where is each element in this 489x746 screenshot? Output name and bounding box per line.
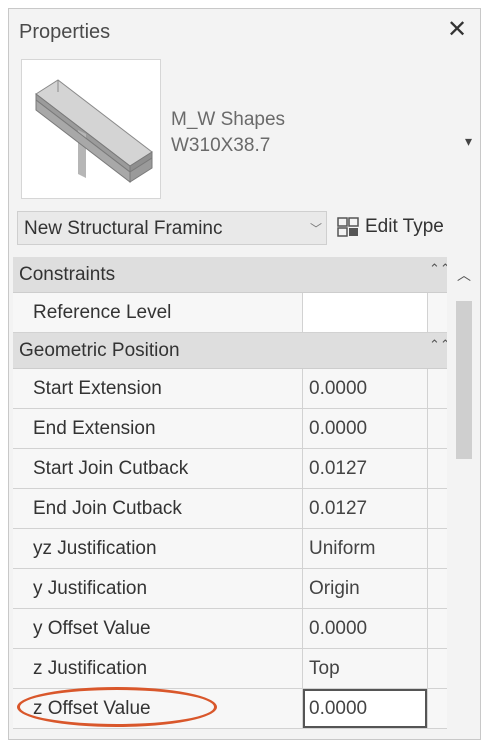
- instance-row: New Structural Framinc ﹀ Edit Type: [9, 205, 480, 249]
- row-tail: [427, 489, 447, 528]
- type-selector[interactable]: M_W Shapes W310X38.7 ▾: [9, 53, 480, 203]
- y-offset-value-field[interactable]: 0.0000: [303, 609, 427, 648]
- title-bar: Properties ✕: [9, 9, 480, 53]
- row-tail: [427, 449, 447, 488]
- property-name: End Extension: [13, 409, 303, 448]
- row-end-join-cutback: End Join Cutback 0.0127: [13, 489, 447, 529]
- properties-palette: Properties ✕ M_W Shapes W310X38.7 ▾ New …: [8, 8, 481, 740]
- group-geometric-position[interactable]: Geometric Position ⌃⌃: [13, 333, 447, 369]
- property-name: y Justification: [13, 569, 303, 608]
- collapse-icon[interactable]: ⌃⌃: [429, 337, 447, 353]
- reference-level-field[interactable]: [303, 293, 427, 332]
- yz-justification-field[interactable]: Uniform: [303, 529, 427, 568]
- group-label: Constraints: [19, 264, 116, 285]
- y-justification-field[interactable]: Origin: [303, 569, 427, 608]
- start-extension-field[interactable]: 0.0000: [303, 369, 427, 408]
- row-tail: [427, 609, 447, 648]
- instance-filter-dropdown[interactable]: New Structural Framinc ﹀: [17, 211, 327, 245]
- instance-filter-label: New Structural Framinc: [24, 218, 223, 239]
- row-tail: [427, 649, 447, 688]
- chevron-down-icon[interactable]: ▾: [465, 133, 472, 150]
- property-name: Reference Level: [13, 293, 303, 332]
- row-tail: [427, 569, 447, 608]
- close-icon[interactable]: ✕: [444, 17, 470, 43]
- row-end-extension: End Extension 0.0000: [13, 409, 447, 449]
- group-label: Geometric Position: [19, 340, 180, 361]
- row-yz-justification: yz Justification Uniform: [13, 529, 447, 569]
- family-name: M_W Shapes: [171, 109, 286, 130]
- end-extension-field[interactable]: 0.0000: [303, 409, 427, 448]
- vertical-scrollbar[interactable]: ︿: [449, 257, 479, 739]
- row-tail: [427, 409, 447, 448]
- row-tail: [427, 293, 447, 332]
- property-name: z Justification: [13, 649, 303, 688]
- property-name: yz Justification: [13, 529, 303, 568]
- row-tail: [427, 529, 447, 568]
- property-name: Start Join Cutback: [13, 449, 303, 488]
- row-start-join-cutback: Start Join Cutback 0.0127: [13, 449, 447, 489]
- collapse-icon[interactable]: ⌃⌃: [429, 261, 447, 277]
- row-start-extension: Start Extension 0.0000: [13, 369, 447, 409]
- row-z-justification: z Justification Top: [13, 649, 447, 689]
- start-join-cutback-field[interactable]: 0.0127: [303, 449, 427, 488]
- properties-grid: Constraints ⌃⌃ Reference Level Geometric…: [13, 257, 447, 739]
- row-reference-level: Reference Level: [13, 293, 447, 333]
- z-offset-value-field[interactable]: 0.0000: [303, 689, 427, 728]
- property-name: y Offset Value: [13, 609, 303, 648]
- i-beam-icon: [21, 59, 161, 199]
- group-constraints[interactable]: Constraints ⌃⌃: [13, 257, 447, 293]
- type-name: M_W Shapes W310X38.7: [171, 107, 285, 159]
- row-z-offset-value: z Offset Value 0.0000: [13, 687, 447, 729]
- row-y-justification: y Justification Origin: [13, 569, 447, 609]
- type-value: W310X38.7: [171, 135, 271, 156]
- row-y-offset-value: y Offset Value 0.0000: [13, 609, 447, 649]
- scroll-up-icon[interactable]: ︿: [457, 265, 471, 285]
- end-join-cutback-field[interactable]: 0.0127: [303, 489, 427, 528]
- edit-type-icon: [337, 217, 359, 237]
- palette-title: Properties: [19, 21, 111, 43]
- edit-type-label: Edit Type: [365, 216, 444, 237]
- property-name: z Offset Value: [13, 687, 303, 728]
- chevron-down-icon: ﹀: [309, 222, 322, 236]
- highlight-circle: [17, 687, 217, 727]
- z-justification-field[interactable]: Top: [303, 649, 427, 688]
- row-tail: [427, 369, 447, 408]
- scroll-thumb[interactable]: [456, 301, 472, 459]
- row-tail: [427, 689, 447, 728]
- property-name: End Join Cutback: [13, 489, 303, 528]
- property-name: Start Extension: [13, 369, 303, 408]
